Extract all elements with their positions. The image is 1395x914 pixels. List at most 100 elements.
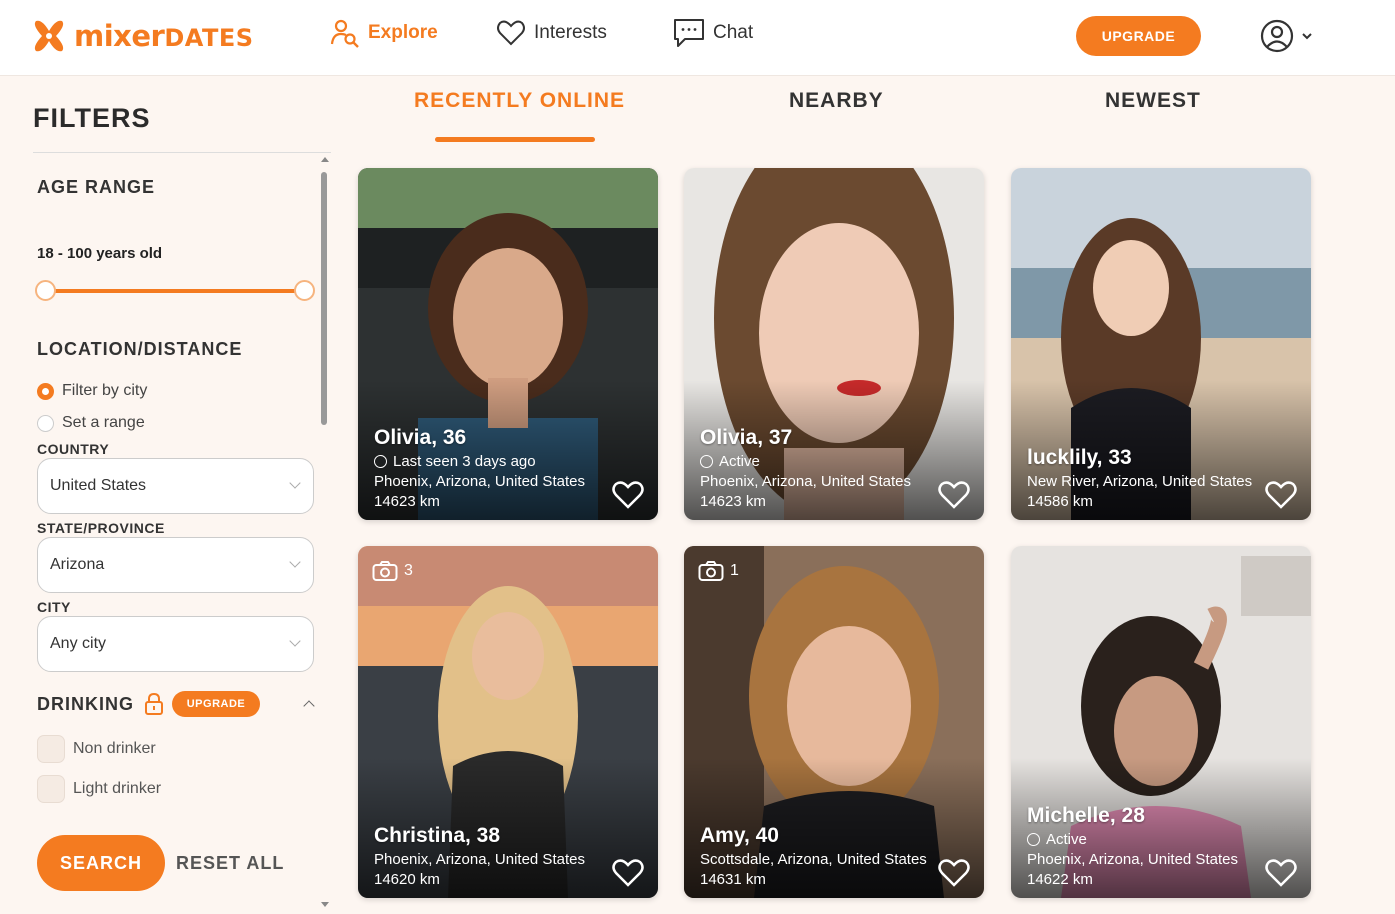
drinking-header: DRINKING UPGRADE [37, 691, 260, 717]
upgrade-button[interactable]: UPGRADE [1076, 16, 1201, 56]
scroll-up-arrow[interactable] [321, 157, 329, 162]
filters-title: FILTERS [33, 103, 151, 133]
brand-logo[interactable]: mixerDATES [32, 17, 254, 55]
chevron-down-icon [1302, 33, 1312, 40]
profile-card[interactable]: Olivia, 37 Active Phoenix, Arizona, Unit… [684, 168, 984, 520]
status-circle-icon [374, 455, 387, 468]
profile-card[interactable]: 3 Christina, 38 Phoenix, Arizona, United… [358, 546, 658, 898]
heart-icon[interactable] [612, 858, 644, 888]
profile-name: lucklily, 33 [1027, 446, 1132, 469]
upgrade-badge[interactable]: UPGRADE [172, 691, 260, 717]
checkbox-label: Light drinker [73, 780, 162, 797]
card-info: Christina, 38 Phoenix, Arizona, United S… [374, 824, 585, 888]
scroll-thumb[interactable] [321, 172, 327, 425]
checkbox-light-drinker[interactable]: Light drinker [37, 775, 161, 803]
slider-min-handle[interactable] [35, 280, 56, 301]
filters-sidebar: FILTERS AGE RANGE 18 - 100 years old LOC… [0, 77, 335, 914]
card-info: lucklily, 33 New River, Arizona, United … [1027, 446, 1252, 510]
profile-location: Phoenix, Arizona, United States [700, 473, 911, 490]
profile-status: Active [1027, 831, 1238, 848]
nav-interests-label: Interests [534, 22, 607, 43]
chevron-down-icon [289, 477, 301, 489]
state-select[interactable]: Arizona [37, 537, 314, 593]
nav-chat-label: Chat [713, 22, 754, 43]
profile-card[interactable]: lucklily, 33 New River, Arizona, United … [1011, 168, 1311, 520]
profile-distance: 14623 km [700, 493, 766, 510]
radio-button[interactable] [37, 414, 54, 432]
checkbox-label: Non drinker [73, 740, 156, 757]
age-range-slider[interactable] [35, 280, 315, 302]
card-info: Olivia, 37 Active Phoenix, Arizona, Unit… [700, 426, 911, 510]
user-avatar-icon [1260, 19, 1294, 53]
photo-count-value: 1 [730, 562, 739, 579]
country-select[interactable]: United States [37, 458, 314, 514]
status-text: Last seen 3 days ago [393, 453, 536, 470]
profile-location: New River, Arizona, United States [1027, 473, 1253, 490]
radio-label: Set a range [62, 414, 145, 431]
profile-distance: 14623 km [374, 493, 440, 510]
heart-icon[interactable] [1265, 480, 1297, 510]
profile-name: Michelle, 28 [1027, 804, 1145, 827]
profile-distance: 14586 km [1027, 493, 1093, 510]
city-select[interactable]: Any city [37, 616, 314, 672]
tab-nearby[interactable]: NEARBY [789, 89, 884, 113]
photo-count: 1 [698, 560, 739, 582]
tab-newest[interactable]: NEWEST [1105, 89, 1201, 113]
scroll-down-arrow[interactable] [321, 902, 329, 907]
profile-card[interactable]: Olivia, 36 Last seen 3 days ago Phoenix,… [358, 168, 658, 520]
status-text: Active [1046, 831, 1087, 848]
heart-icon[interactable] [938, 480, 970, 510]
profile-card[interactable]: 1 Amy, 40 Scottsdale, Arizona, United St… [684, 546, 984, 898]
profile-location: Phoenix, Arizona, United States [374, 851, 585, 868]
drinking-title: DRINKING [37, 693, 134, 714]
profile-location: Scottsdale, Arizona, United States [700, 851, 927, 868]
card-info: Amy, 40 Scottsdale, Arizona, United Stat… [700, 824, 927, 888]
profile-name: Amy, 40 [700, 824, 779, 847]
profile-name: Olivia, 36 [374, 426, 467, 449]
nav-interests[interactable]: Interests [496, 18, 607, 48]
state-label: STATE/PROVINCE [37, 520, 165, 536]
sidebar-scrollbar[interactable] [319, 157, 329, 910]
photo-count-value: 3 [404, 562, 413, 579]
search-button[interactable]: SEARCH [37, 835, 165, 891]
heart-icon[interactable] [612, 480, 644, 510]
heart-icon[interactable] [1265, 858, 1297, 888]
profile-name: Christina, 38 [374, 824, 501, 847]
slider-max-handle[interactable] [294, 280, 315, 301]
state-value: Arizona [50, 556, 105, 573]
tab-recently-online[interactable]: RECENTLY ONLINE [414, 89, 625, 113]
chat-icon [674, 19, 704, 47]
status-circle-icon [1027, 833, 1040, 846]
city-label: CITY [37, 599, 71, 615]
age-range-value: 18 - 100 years old [37, 245, 163, 262]
status-circle-icon [700, 455, 713, 468]
reset-all-button[interactable]: RESET ALL [176, 853, 284, 874]
radio-label: Filter by city [62, 382, 148, 399]
top-header: mixerDATES Explore Interests Chat UPGRAD… [0, 0, 1395, 76]
chevron-up-icon[interactable] [303, 700, 315, 712]
nav-explore-label: Explore [368, 22, 438, 43]
profile-distance: 14620 km [374, 871, 440, 888]
checkbox-non-drinker[interactable]: Non drinker [37, 735, 156, 763]
radio-filter-by-city[interactable]: Filter by city [37, 382, 147, 400]
camera-icon [372, 561, 398, 581]
profile-distance: 14622 km [1027, 871, 1093, 888]
radio-button-selected[interactable] [37, 382, 54, 400]
profile-card[interactable]: Michelle, 28 Active Phoenix, Arizona, Un… [1011, 546, 1311, 898]
slider-track [45, 289, 305, 293]
nav-explore[interactable]: Explore [330, 18, 438, 48]
account-menu[interactable] [1260, 19, 1314, 53]
nav-chat[interactable]: Chat [673, 18, 753, 48]
divider [33, 152, 331, 153]
location-title: LOCATION/DISTANCE [37, 339, 243, 359]
radio-set-range[interactable]: Set a range [37, 414, 145, 432]
checkbox[interactable] [37, 775, 65, 803]
profile-location: Phoenix, Arizona, United States [374, 473, 585, 490]
active-tab-indicator [435, 137, 595, 142]
profile-location: Phoenix, Arizona, United States [1027, 851, 1238, 868]
card-info: Olivia, 36 Last seen 3 days ago Phoenix,… [374, 426, 585, 510]
heart-icon[interactable] [938, 858, 970, 888]
explore-icon [330, 19, 359, 48]
checkbox[interactable] [37, 735, 65, 763]
brand-name: mixerDATES [74, 19, 254, 53]
